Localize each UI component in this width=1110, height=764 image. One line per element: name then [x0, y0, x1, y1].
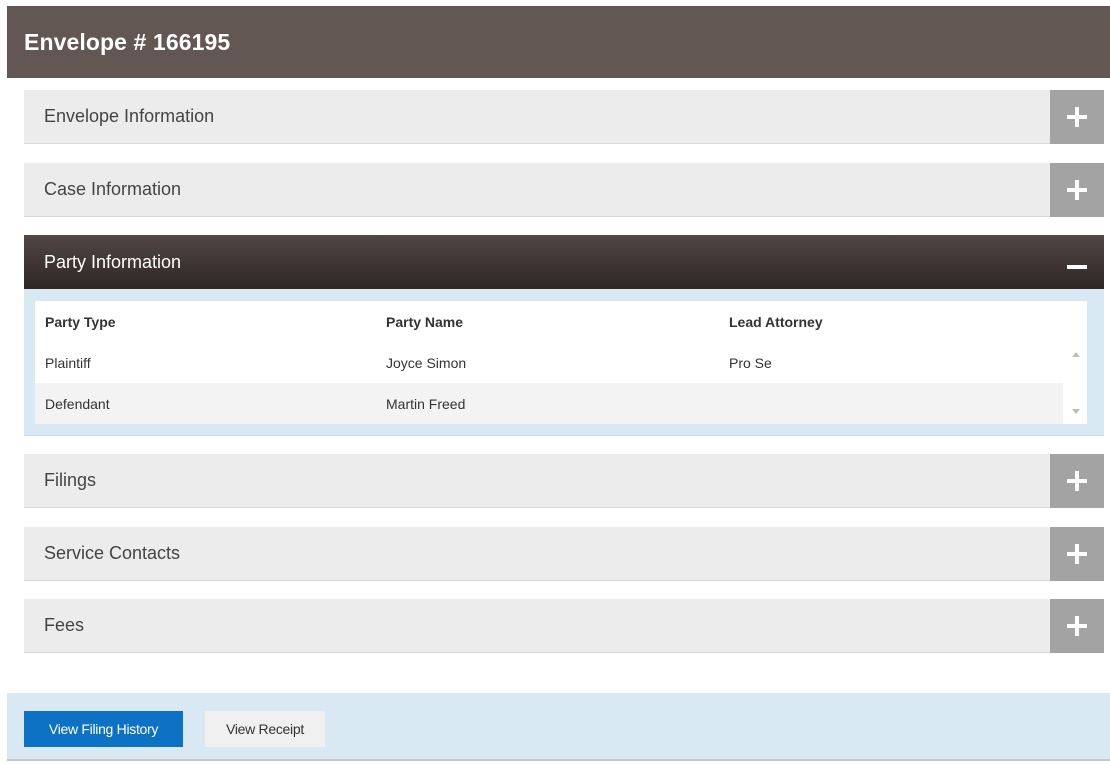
expand-toggle[interactable] [1050, 454, 1104, 508]
party-name-cell: Joyce Simon [386, 355, 467, 371]
table-row[interactable]: Defendant Martin Freed [35, 383, 1063, 424]
table-row[interactable]: Plaintiff Joyce Simon Pro Se [35, 342, 1063, 383]
plus-icon [1067, 544, 1087, 564]
modal-header: Envelope # 166195 [7, 6, 1110, 78]
plus-icon [1067, 107, 1087, 127]
section-label: Fees [44, 615, 85, 635]
plus-icon [1067, 471, 1087, 491]
table-header: Party Type Party Name Lead Attorney [35, 301, 1087, 341]
plus-icon [1067, 616, 1087, 636]
expand-toggle[interactable] [1050, 90, 1104, 144]
expand-toggle[interactable] [1050, 599, 1104, 653]
section-label: Service Contacts [44, 543, 181, 563]
section-label: Filings [44, 470, 97, 490]
section-filings[interactable]: Filings [24, 454, 1104, 508]
section-service-contacts[interactable]: Service Contacts [24, 527, 1104, 581]
scroll-up-arrow-icon[interactable] [1072, 352, 1080, 357]
column-header-lead-attorney: Lead Attorney [729, 314, 823, 330]
party-type-cell: Defendant [45, 396, 110, 412]
plus-icon [1067, 180, 1087, 200]
expand-toggle[interactable] [1050, 163, 1104, 217]
table-body[interactable]: Plaintiff Joyce Simon Pro Se Defendant M… [35, 342, 1087, 424]
section-label: Envelope Information [44, 106, 215, 126]
minus-icon [1067, 265, 1087, 269]
column-header-party-type: Party Type [45, 314, 116, 330]
section-label: Party Information [44, 251, 182, 272]
party-information-panel: Party Type Party Name Lead Attorney Plai… [24, 289, 1104, 436]
table-scrollbar[interactable] [1065, 342, 1087, 424]
party-table: Party Type Party Name Lead Attorney Plai… [35, 301, 1087, 424]
view-receipt-button[interactable]: View Receipt [205, 711, 325, 747]
section-party-information[interactable]: Party Information [24, 235, 1104, 289]
scroll-down-arrow-icon[interactable] [1072, 409, 1080, 414]
party-type-cell: Plaintiff [45, 355, 91, 371]
collapse-toggle[interactable] [1050, 235, 1104, 289]
section-case-information[interactable]: Case Information [24, 163, 1104, 217]
section-fees[interactable]: Fees [24, 599, 1104, 653]
view-filing-history-button[interactable]: View Filing History [24, 711, 183, 747]
section-label: Case Information [44, 179, 182, 199]
page-title: Envelope # 166195 [24, 28, 231, 55]
party-name-cell: Martin Freed [386, 396, 466, 412]
column-header-party-name: Party Name [386, 314, 464, 330]
section-envelope-information[interactable]: Envelope Information [24, 90, 1104, 144]
expand-toggle[interactable] [1050, 527, 1104, 581]
modal-footer: View Filing History View Receipt [7, 693, 1110, 759]
lead-attorney-cell: Pro Se [729, 355, 772, 371]
envelope-modal: Envelope # 166195 Envelope Information C… [7, 6, 1110, 761]
